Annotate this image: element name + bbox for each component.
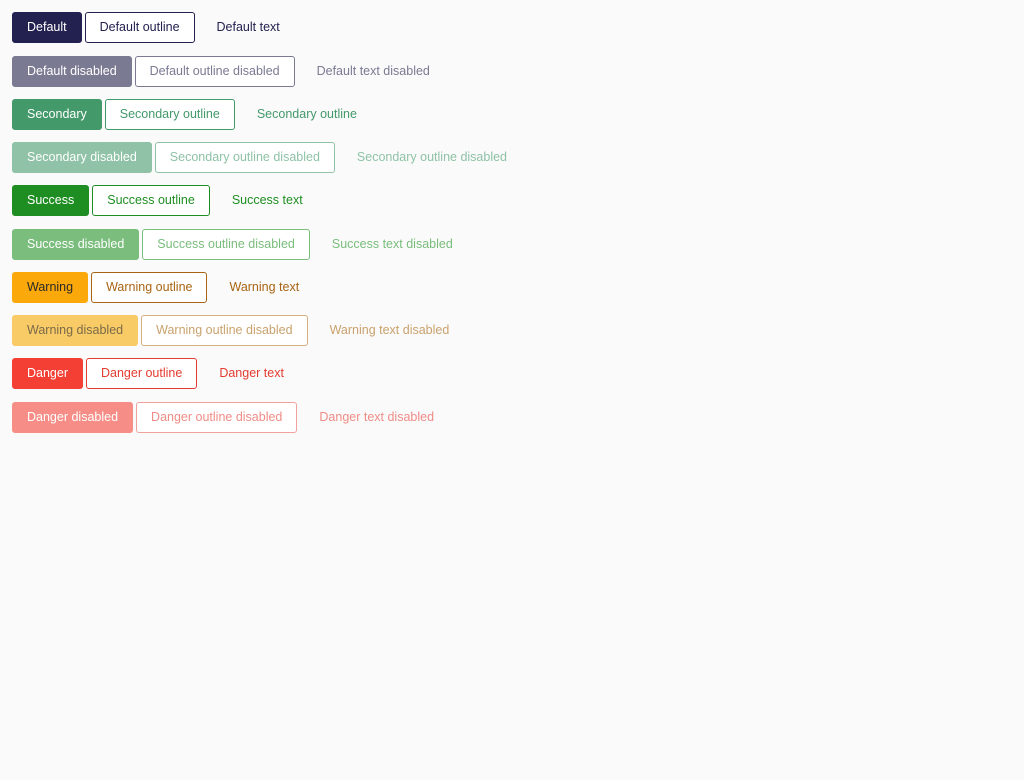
button-showcase-page: Default Default outline Default text Def… — [0, 0, 1024, 780]
default-text-button[interactable]: Default text — [213, 12, 284, 43]
danger-button[interactable]: Danger — [12, 358, 83, 389]
danger-outline-button[interactable]: Danger outline — [86, 358, 198, 389]
default-outline-disabled-button: Default outline disabled — [134, 56, 295, 87]
success-button[interactable]: Success — [12, 185, 90, 216]
success-outline-disabled-button: Success outline disabled — [142, 229, 310, 260]
warning-outline-disabled-button: Warning outline disabled — [141, 315, 308, 346]
button-row-warning: Warning Warning outline Warning text — [12, 272, 306, 303]
success-outline-button[interactable]: Success outline — [92, 185, 210, 216]
secondary-button[interactable]: Secondary — [12, 99, 102, 130]
button-row-danger: Danger Danger outline Danger text — [12, 358, 291, 389]
button-row-secondary-disabled: Secondary disabled Secondary outline dis… — [12, 142, 514, 173]
secondary-text-button[interactable]: Secondary outline — [253, 99, 361, 130]
button-row-success: Success Success outline Success text — [12, 185, 310, 216]
button-row-secondary: Secondary Secondary outline Secondary ou… — [12, 99, 364, 130]
danger-outline-disabled-button: Danger outline disabled — [136, 402, 298, 433]
warning-text-disabled-button: Warning text disabled — [326, 315, 454, 346]
warning-button[interactable]: Warning — [12, 272, 89, 303]
warning-text-button[interactable]: Warning text — [225, 272, 303, 303]
button-row-danger-disabled: Danger disabled Danger outline disabled … — [12, 402, 441, 433]
success-disabled-button: Success disabled — [12, 229, 140, 260]
button-row-success-disabled: Success disabled Success outline disable… — [12, 229, 460, 260]
button-row-default-disabled: Default disabled Default outline disable… — [12, 56, 437, 87]
secondary-disabled-button: Secondary disabled — [12, 142, 152, 173]
warning-disabled-button: Warning disabled — [12, 315, 139, 346]
danger-text-disabled-button: Danger text disabled — [315, 402, 438, 433]
secondary-outline-button[interactable]: Secondary outline — [104, 99, 235, 130]
secondary-outline-disabled-button: Secondary outline disabled — [154, 142, 335, 173]
default-disabled-button: Default disabled — [12, 56, 132, 87]
default-text-disabled-button: Default text disabled — [313, 56, 434, 87]
secondary-text-disabled-button: Secondary outline disabled — [353, 142, 511, 173]
danger-text-button[interactable]: Danger text — [215, 358, 288, 389]
warning-outline-button[interactable]: Warning outline — [91, 272, 208, 303]
default-button[interactable]: Default — [12, 12, 82, 43]
default-outline-button[interactable]: Default outline — [84, 12, 195, 43]
button-row-default: Default Default outline Default text — [12, 12, 287, 43]
button-row-warning-disabled: Warning disabled Warning outline disable… — [12, 315, 456, 346]
danger-disabled-button: Danger disabled — [12, 402, 134, 433]
success-text-button[interactable]: Success text — [228, 185, 307, 216]
success-text-disabled-button: Success text disabled — [328, 229, 457, 260]
